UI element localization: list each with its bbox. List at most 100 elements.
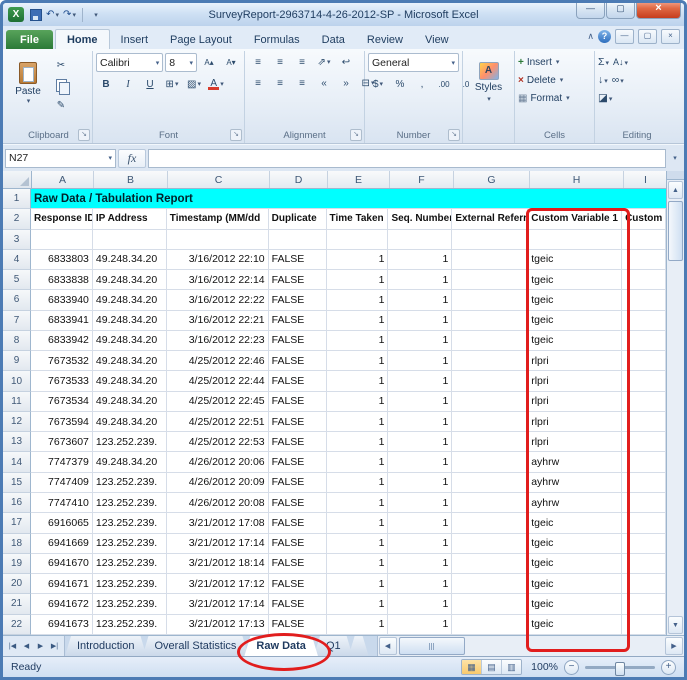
- cell[interactable]: 4/26/2012 20:08: [167, 493, 269, 513]
- redo-button[interactable]: ↷▾: [62, 7, 77, 23]
- cell[interactable]: FALSE: [269, 493, 327, 513]
- help-icon[interactable]: ?: [598, 30, 611, 43]
- cell[interactable]: 49.248.34.20: [93, 452, 167, 472]
- cell[interactable]: 1: [327, 473, 389, 493]
- minimize-button[interactable]: —: [576, 0, 605, 19]
- align-center-button[interactable]: ≡: [270, 74, 290, 92]
- sheet-tab-introduction[interactable]: Introduction: [65, 636, 146, 656]
- next-sheet-button[interactable]: ▶: [34, 642, 47, 650]
- cell[interactable]: rlpri: [528, 371, 622, 391]
- cell[interactable]: 1: [327, 554, 389, 574]
- insert-function-button[interactable]: fx: [118, 149, 146, 168]
- column-header-cell-a[interactable]: Response ID: [31, 209, 93, 229]
- increase-decimal-button[interactable]: .00: [434, 75, 454, 93]
- cell[interactable]: [452, 452, 528, 472]
- grow-font-button[interactable]: A▴: [199, 54, 219, 72]
- name-box[interactable]: N27 ▾: [5, 149, 116, 168]
- column-header-cell-h[interactable]: Custom Variable 1: [528, 209, 622, 229]
- row-header[interactable]: 10: [3, 371, 31, 391]
- cell[interactable]: FALSE: [269, 554, 327, 574]
- cell[interactable]: FALSE: [269, 392, 327, 412]
- cell[interactable]: 1: [388, 452, 452, 472]
- cell[interactable]: [452, 412, 528, 432]
- cell[interactable]: 123.252.239.: [93, 554, 167, 574]
- cell[interactable]: 3/21/2012 17:14: [167, 534, 269, 554]
- column-header-e[interactable]: E: [328, 171, 390, 188]
- cell[interactable]: tgeic: [528, 290, 622, 310]
- row-header[interactable]: 6: [3, 290, 31, 310]
- restore-button[interactable]: ▢: [606, 0, 635, 19]
- row-header[interactable]: 21: [3, 594, 31, 614]
- fill-color-button[interactable]: ▨▾: [184, 75, 204, 93]
- column-header-cell-d[interactable]: Duplicate: [269, 209, 327, 229]
- cell[interactable]: [452, 290, 528, 310]
- cell[interactable]: rlpri: [528, 432, 622, 452]
- autosum-button[interactable]: Σ▾: [598, 56, 609, 68]
- align-right-button[interactable]: ≡: [292, 74, 312, 92]
- cell[interactable]: FALSE: [269, 290, 327, 310]
- scrollbar-split-handle[interactable]: [667, 171, 684, 180]
- cell[interactable]: 3/21/2012 17:14: [167, 594, 269, 614]
- row-header[interactable]: 20: [3, 574, 31, 594]
- cell[interactable]: [452, 331, 528, 351]
- cell[interactable]: 7673594: [31, 412, 93, 432]
- row-header[interactable]: 11: [3, 392, 31, 412]
- number-dialog-launcher[interactable]: ↘: [448, 129, 460, 141]
- cell[interactable]: [452, 473, 528, 493]
- row-header[interactable]: 15: [3, 473, 31, 493]
- cell[interactable]: [622, 250, 666, 270]
- cell[interactable]: 1: [327, 432, 389, 452]
- cell[interactable]: [622, 452, 666, 472]
- ribbon-tab-formulas[interactable]: Formulas: [243, 30, 311, 49]
- cell[interactable]: FALSE: [269, 270, 327, 290]
- cell[interactable]: [452, 250, 528, 270]
- cell[interactable]: [528, 230, 622, 250]
- cell[interactable]: [622, 331, 666, 351]
- paste-button[interactable]: Paste ▾: [8, 53, 48, 113]
- cell[interactable]: [622, 392, 666, 412]
- first-sheet-button[interactable]: |◀: [6, 642, 19, 650]
- cut-button[interactable]: ✂: [51, 56, 71, 74]
- column-header-f[interactable]: F: [390, 171, 454, 188]
- cell[interactable]: [622, 412, 666, 432]
- cell[interactable]: [452, 534, 528, 554]
- cell[interactable]: tgeic: [528, 615, 622, 635]
- cell[interactable]: 123.252.239.: [93, 594, 167, 614]
- cell[interactable]: 1: [388, 290, 452, 310]
- cell[interactable]: ayhrw: [528, 452, 622, 472]
- cell[interactable]: tgeic: [528, 594, 622, 614]
- cell[interactable]: FALSE: [269, 371, 327, 391]
- column-header-cell-e[interactable]: Time Taken: [327, 209, 389, 229]
- save-button[interactable]: [28, 7, 43, 23]
- font-color-button[interactable]: A▾: [206, 75, 226, 93]
- cell[interactable]: 3/21/2012 17:08: [167, 513, 269, 533]
- fill-button[interactable]: ↓▾: [598, 74, 608, 86]
- cell[interactable]: FALSE: [269, 412, 327, 432]
- ribbon-tab-home[interactable]: Home: [55, 29, 110, 49]
- cell[interactable]: [622, 493, 666, 513]
- cell[interactable]: 1: [327, 493, 389, 513]
- cell[interactable]: [269, 230, 327, 250]
- cell[interactable]: 1: [327, 331, 389, 351]
- cell[interactable]: 4/25/2012 22:45: [167, 392, 269, 412]
- cell[interactable]: 1: [388, 432, 452, 452]
- cell[interactable]: 1: [388, 270, 452, 290]
- row-header[interactable]: 7: [3, 311, 31, 331]
- cell[interactable]: 1: [327, 574, 389, 594]
- scroll-left-button[interactable]: ◀: [379, 637, 397, 655]
- normal-view-button[interactable]: ▦: [462, 660, 482, 674]
- scroll-down-button[interactable]: ▼: [668, 616, 683, 634]
- cell[interactable]: 1: [327, 452, 389, 472]
- cell[interactable]: 6833942: [31, 331, 93, 351]
- cell[interactable]: 7673534: [31, 392, 93, 412]
- cell[interactable]: 3/16/2012 22:10: [167, 250, 269, 270]
- font-size-combo[interactable]: 8▾: [165, 53, 197, 72]
- zoom-in-button[interactable]: +: [661, 660, 676, 675]
- undo-button[interactable]: ↶▾: [45, 7, 60, 23]
- qat-customize-button[interactable]: ▾: [88, 7, 103, 23]
- cell[interactable]: [452, 371, 528, 391]
- cell[interactable]: 1: [388, 412, 452, 432]
- cell[interactable]: ayhrw: [528, 493, 622, 513]
- cell[interactable]: [622, 534, 666, 554]
- cell[interactable]: tgeic: [528, 311, 622, 331]
